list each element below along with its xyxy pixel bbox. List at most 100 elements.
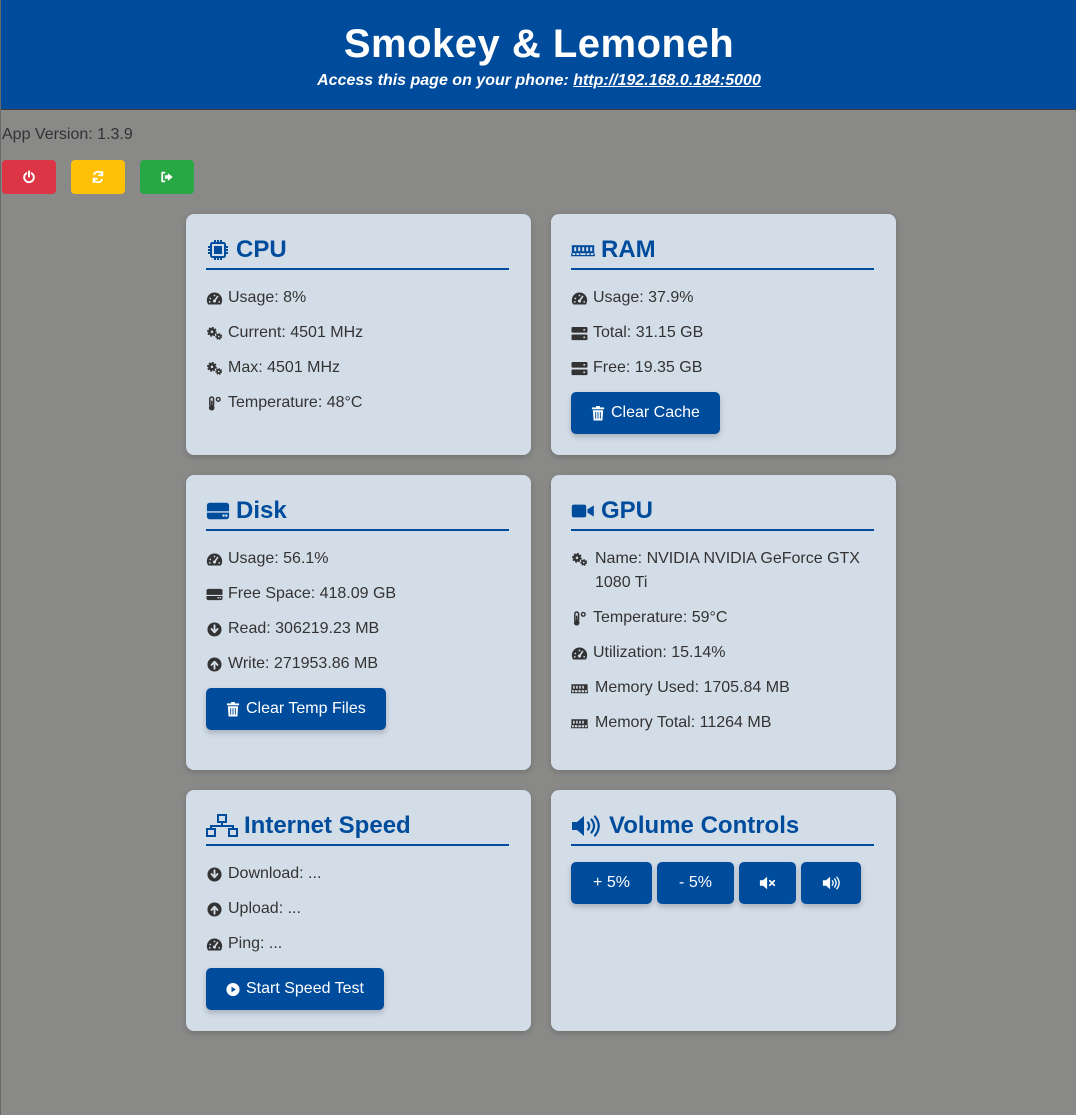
ram-total-row: Total: 31.15 GB xyxy=(571,321,874,345)
trash-icon xyxy=(591,405,605,421)
power-button[interactable] xyxy=(2,160,56,194)
disk-usage: Usage: 56.1% xyxy=(228,550,329,567)
gpu-utilization: Utilization: 15.14% xyxy=(593,644,726,661)
disk-write-row: Write: 271953.86 MB xyxy=(206,652,509,676)
internet-speed-title: Internet Speed xyxy=(244,811,411,839)
upload-row: Upload: ... xyxy=(206,897,509,921)
power-icon xyxy=(23,170,35,184)
cpu-max: Max: 4501 MHz xyxy=(228,359,341,376)
volume-controls-card-header: Volume Controls xyxy=(571,810,874,846)
disk-title: Disk xyxy=(236,496,287,524)
disk-read-row: Read: 306219.23 MB xyxy=(206,617,509,641)
app-version: App Version: 1.3.9 xyxy=(2,126,133,143)
access-prefix: Access this page on your phone: xyxy=(317,72,569,89)
thermometer-icon xyxy=(208,395,221,411)
video-camera-icon xyxy=(571,504,594,517)
gpu-memory-total-row: Memory Total: 11264 MB xyxy=(571,711,874,735)
arrow-circle-down-icon xyxy=(207,866,222,882)
gpu-card: GPU Name: NVIDIA NVIDIA GeForce GTX 1080… xyxy=(551,475,896,770)
volume-button-group: + 5% - 5% xyxy=(571,862,876,904)
server-icon xyxy=(571,326,588,340)
disk-card: Disk Usage: 56.1% Free Space: 418.09 GB … xyxy=(186,475,531,770)
page-header: Smokey & Lemoneh Access this page on you… xyxy=(1,0,1076,110)
start-speed-test-label: Start Speed Test xyxy=(246,980,364,997)
volume-down-button[interactable]: - 5% xyxy=(657,862,734,904)
disk-card-header: Disk xyxy=(206,495,509,531)
ram-card-header: RAM xyxy=(571,234,874,270)
gauge-icon xyxy=(206,292,223,304)
refresh-button[interactable] xyxy=(71,160,125,194)
gauge-icon xyxy=(571,292,588,304)
microchip-icon xyxy=(208,239,228,260)
cpu-max-row: Max: 4501 MHz xyxy=(206,356,509,380)
memory-icon xyxy=(571,718,588,728)
clear-cache-label: Clear Cache xyxy=(611,404,700,421)
arrow-circle-up-icon xyxy=(207,656,222,672)
unmute-button[interactable] xyxy=(801,862,861,904)
page-title: Smokey & Lemoneh xyxy=(343,22,735,66)
volume-mute-icon xyxy=(759,876,775,890)
cpu-current-row: Current: 4501 MHz xyxy=(206,321,509,345)
cogs-icon xyxy=(207,326,223,340)
gpu-name-row: Name: NVIDIA NVIDIA GeForce GTX 1080 Ti xyxy=(571,547,874,595)
gpu-temperature: Temperature: 59°C xyxy=(593,609,728,626)
server-icon xyxy=(571,361,588,375)
volume-controls-title: Volume Controls xyxy=(609,811,800,839)
refresh-icon xyxy=(92,170,104,184)
volume-up-icon xyxy=(822,876,840,890)
download-row: Download: ... xyxy=(206,862,509,886)
start-speed-test-button[interactable]: Start Speed Test xyxy=(206,968,384,1010)
ram-free: Free: 19.35 GB xyxy=(593,359,703,376)
clear-temp-files-button[interactable]: Clear Temp Files xyxy=(206,688,386,730)
ram-title: RAM xyxy=(601,235,656,263)
cpu-card-header: CPU xyxy=(206,234,509,270)
memory-icon xyxy=(571,683,588,693)
download-speed: Download: ... xyxy=(228,865,322,882)
volume-up-icon xyxy=(572,814,600,837)
gpu-temperature-row: Temperature: 59°C xyxy=(571,606,874,630)
cpu-usage-row: Usage: 8% xyxy=(206,286,509,310)
arrow-circle-down-icon xyxy=(207,621,222,637)
ram-total: Total: 31.15 GB xyxy=(593,324,704,341)
cpu-usage: Usage: 8% xyxy=(228,289,307,306)
gauge-icon xyxy=(206,938,223,950)
cpu-current: Current: 4501 MHz xyxy=(228,324,364,341)
clear-cache-button[interactable]: Clear Cache xyxy=(571,392,720,434)
volume-controls-card: Volume Controls + 5% - 5% xyxy=(551,790,896,1031)
memory-icon xyxy=(571,244,595,256)
hdd-icon xyxy=(206,502,230,519)
access-url-link[interactable]: http://192.168.0.184:5000 xyxy=(573,72,761,89)
gpu-name: Name: NVIDIA NVIDIA GeForce GTX 1080 Ti xyxy=(595,550,860,591)
play-circle-icon xyxy=(226,982,240,996)
disk-free-space-row: Free Space: 418.09 GB xyxy=(206,582,509,606)
internet-speed-card-header: Internet Speed xyxy=(206,810,509,846)
mute-button[interactable] xyxy=(739,862,796,904)
ram-usage-row: Usage: 37.9% xyxy=(571,286,874,310)
cpu-temperature-row: Temperature: 48°C xyxy=(206,391,509,415)
volume-up-button[interactable]: + 5% xyxy=(571,862,652,904)
ping-value: Ping: ... xyxy=(228,935,283,952)
gauge-icon xyxy=(206,553,223,565)
gpu-memory-total: Memory Total: 11264 MB xyxy=(595,714,772,731)
sign-out-icon xyxy=(161,171,173,183)
hdd-icon xyxy=(206,588,223,600)
cpu-temperature: Temperature: 48°C xyxy=(228,394,363,411)
gauge-icon xyxy=(571,647,588,659)
upload-speed: Upload: ... xyxy=(228,900,301,917)
gpu-memory-used-row: Memory Used: 1705.84 MB xyxy=(571,676,874,700)
gpu-utilization-row: Utilization: 15.14% xyxy=(571,641,874,665)
clear-temp-files-label: Clear Temp Files xyxy=(246,700,366,717)
disk-usage-row: Usage: 56.1% xyxy=(206,547,509,571)
trash-icon xyxy=(226,701,240,717)
gpu-memory-used: Memory Used: 1705.84 MB xyxy=(595,679,790,696)
cogs-icon xyxy=(207,361,223,375)
sign-out-button[interactable] xyxy=(140,160,194,194)
ram-free-row: Free: 19.35 GB xyxy=(571,356,874,380)
ping-row: Ping: ... xyxy=(206,932,509,956)
cogs-icon xyxy=(572,552,588,566)
internet-speed-card: Internet Speed Download: ... Upload: ...… xyxy=(186,790,531,1031)
thermometer-icon xyxy=(573,610,586,626)
ram-usage: Usage: 37.9% xyxy=(593,289,694,306)
disk-write: Write: 271953.86 MB xyxy=(228,655,379,672)
cpu-title: CPU xyxy=(236,235,287,263)
